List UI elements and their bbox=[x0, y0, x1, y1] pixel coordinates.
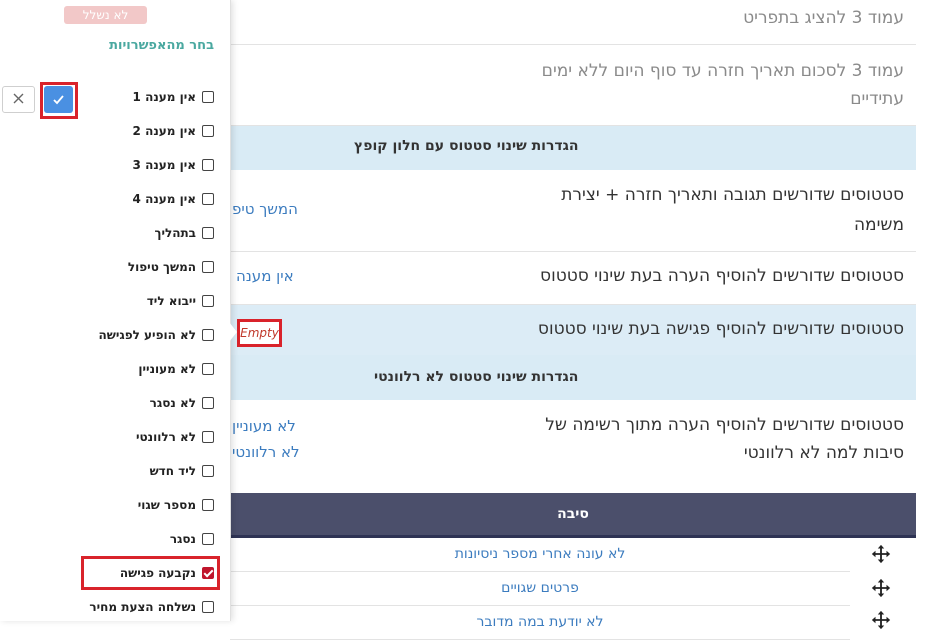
option-item[interactable]: לא רלוונטי bbox=[74, 428, 214, 450]
option-checkbox[interactable] bbox=[202, 601, 214, 613]
option-item[interactable]: נסגר bbox=[74, 530, 214, 552]
option-item[interactable]: אין מענה 4 bbox=[74, 190, 214, 212]
option-item[interactable]: לא מעוניין bbox=[74, 360, 214, 382]
option-item[interactable]: בתהליך bbox=[74, 224, 214, 246]
option-item[interactable]: לא הופיע לפגישה bbox=[74, 326, 214, 348]
option-checkbox[interactable] bbox=[202, 329, 214, 341]
option-label: בתהליך bbox=[154, 226, 196, 240]
option-item[interactable]: המשך טיפול bbox=[74, 258, 214, 280]
option-label: אין מענה 3 bbox=[132, 158, 196, 172]
confirm-highlight bbox=[40, 82, 78, 119]
table-row[interactable]: לא עונה אחרי מספר ניסיונות bbox=[230, 538, 850, 572]
setting-label: סטטוסים שדורשים להוסיף פגישה בעת שינוי ס… bbox=[537, 319, 904, 339]
option-checkbox[interactable] bbox=[202, 295, 214, 307]
move-icon[interactable] bbox=[870, 577, 892, 599]
setting-label: סטטוסים שדורשים להוסיף הערה בעת שינוי סט… bbox=[540, 266, 904, 286]
option-label: המשך טיפול bbox=[127, 260, 196, 274]
option-checkbox[interactable] bbox=[202, 431, 214, 443]
option-label: מספר שגוי bbox=[137, 498, 196, 512]
option-label: אין מענה 4 bbox=[132, 192, 196, 206]
section-irrelevant-status: הגדרות שינוי סטטוס לא רלוונטי bbox=[230, 355, 916, 400]
setting-row-return-date: עמוד 3 לסכום תאריך חזרה עד סוף היום ללא … bbox=[230, 45, 916, 126]
setting-row-task-status: סטטוסים שדורשים תגובה ותאריך חזרה + יציר… bbox=[230, 171, 916, 252]
setting-label: עמוד 3 להציג בתפריט bbox=[743, 8, 904, 28]
option-label: נשלחה הצעת מחיר bbox=[89, 600, 196, 614]
option-label: נסגר bbox=[169, 532, 196, 546]
option-item[interactable]: אין מענה 1 bbox=[74, 88, 214, 110]
move-icon[interactable] bbox=[870, 543, 892, 565]
setting-label: סטטוסים שדורשים תגובה ותאריך חזרה + יציר… bbox=[561, 185, 904, 205]
option-checkbox[interactable] bbox=[202, 261, 214, 273]
section-title: הגדרות שינוי סטטוס עם חלון קופץ bbox=[354, 138, 579, 154]
option-checkbox[interactable] bbox=[202, 363, 214, 375]
setting-label: עמוד 3 לסכום תאריך חזרה עד סוף היום ללא … bbox=[541, 61, 904, 81]
option-checkbox[interactable] bbox=[202, 159, 214, 171]
setting-label-cont: משימה bbox=[853, 215, 904, 235]
option-checkbox[interactable] bbox=[202, 397, 214, 409]
option-checkbox[interactable] bbox=[202, 193, 214, 205]
option-label: ליד חדש bbox=[149, 464, 196, 478]
option-item[interactable]: ליד חדש bbox=[74, 462, 214, 484]
setting-row-menu-page: עמוד 3 להציג בתפריט bbox=[230, 0, 916, 45]
option-label: לא רלוונטי bbox=[135, 430, 196, 444]
option-checkbox[interactable] bbox=[202, 227, 214, 239]
option-label: ייבוא ליד bbox=[146, 294, 196, 308]
setting-row-note-status: סטטוסים שדורשים להוסיף הערה בעת שינוי סט… bbox=[230, 252, 916, 305]
option-label: לא מעוניין bbox=[138, 362, 196, 376]
close-icon bbox=[13, 93, 24, 104]
option-checkbox[interactable] bbox=[202, 91, 214, 103]
status-select-popover: לא נשלל בחר מהאפשרויות אין מענה 1 אין מענ… bbox=[0, 0, 231, 621]
selected-option-highlight bbox=[81, 556, 220, 590]
option-item[interactable]: ייבוא ליד bbox=[74, 292, 214, 314]
option-label: לא נסגר bbox=[149, 396, 196, 410]
option-label: אין מענה 2 bbox=[132, 124, 196, 138]
option-item[interactable]: אין מענה 2 bbox=[74, 122, 214, 144]
setting-value[interactable]: המשך טיפ bbox=[232, 197, 298, 222]
empty-value-field[interactable]: Empty bbox=[237, 319, 282, 347]
option-item[interactable]: מספר שגוי bbox=[74, 496, 214, 518]
option-checkbox[interactable] bbox=[202, 499, 214, 511]
setting-value[interactable]: לא רלוונטי bbox=[232, 440, 300, 465]
setting-label: סטטוסים שדורשים להוסיף הערה מתוך רשימה ש… bbox=[545, 415, 904, 435]
option-label: אין מענה 1 bbox=[132, 90, 196, 104]
setting-row-irrelevant-reasons: סטטוסים שדורשים להוסיף הערה מתוך רשימה ש… bbox=[230, 401, 916, 477]
option-checkbox[interactable] bbox=[202, 533, 214, 545]
cancel-button[interactable] bbox=[2, 86, 35, 113]
table-row[interactable]: פרטים שגויים bbox=[230, 572, 850, 606]
faded-tag: לא נשלל bbox=[64, 6, 147, 24]
option-checkbox[interactable] bbox=[202, 125, 214, 137]
setting-label-cont: עתידיים bbox=[850, 89, 904, 109]
section-title: הגדרות שינוי סטטוס לא רלוונטי bbox=[374, 369, 579, 385]
settings-panel: עמוד 3 להציג בתפריט עמוד 3 לסכום תאריך ח… bbox=[230, 0, 916, 640]
setting-row-meeting-status: סטטוסים שדורשים להוסיף פגישה בעת שינוי ס… bbox=[230, 305, 916, 355]
setting-label-cont: סיבות למה לא רלוונטי bbox=[743, 443, 904, 463]
setting-value[interactable]: לא מעוניין bbox=[232, 414, 296, 439]
reasons-table-header: סיבה bbox=[230, 493, 916, 538]
table-row[interactable]: לא יודעת במה מדובר bbox=[230, 606, 850, 640]
popover-arrow bbox=[229, 322, 237, 342]
option-item[interactable]: לא נסגר bbox=[74, 394, 214, 416]
setting-value[interactable]: אין מענה bbox=[236, 264, 294, 289]
section-popup-status: הגדרות שינוי סטטוס עם חלון קופץ bbox=[230, 126, 916, 170]
popover-title: בחר מהאפשרויות bbox=[109, 38, 214, 53]
option-item[interactable]: נשלחה הצעת מחיר bbox=[74, 598, 214, 620]
option-item[interactable]: אין מענה 3 bbox=[74, 156, 214, 178]
option-label: לא הופיע לפגישה bbox=[98, 328, 196, 342]
move-icon[interactable] bbox=[870, 609, 892, 631]
option-checkbox[interactable] bbox=[202, 465, 214, 477]
